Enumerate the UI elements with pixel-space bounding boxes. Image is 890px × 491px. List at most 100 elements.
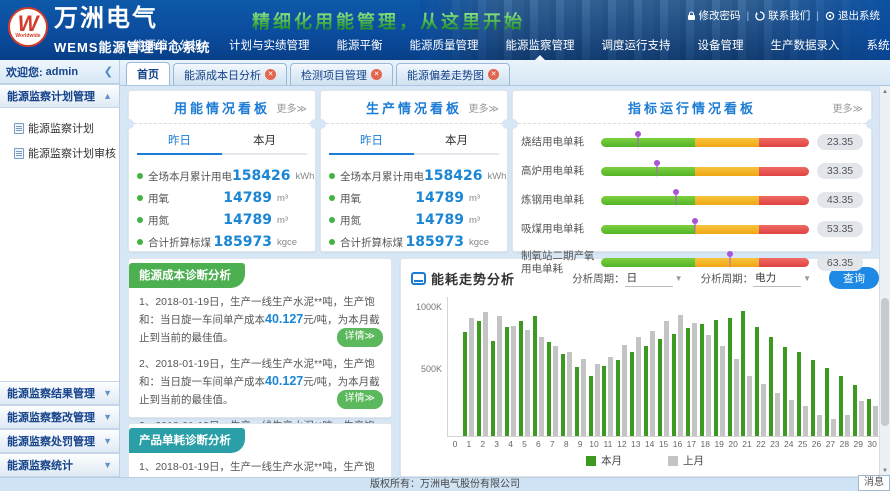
- bar-上月: [789, 400, 794, 436]
- bar-上月: [720, 346, 725, 436]
- bar-上月: [469, 318, 474, 436]
- chart-slot-2: 2: [476, 297, 490, 436]
- chart-slot-10: 10: [587, 297, 601, 436]
- bar-本月: [783, 347, 787, 436]
- x-tick-label: 6: [536, 439, 541, 449]
- chart-slot-22: 22: [754, 297, 768, 436]
- sidebar-collapse-icon[interactable]: ❮: [104, 65, 113, 78]
- indicator-row: 制氧站二期产氧用电单耗 63.35: [521, 250, 863, 275]
- bar-本月: [630, 352, 634, 436]
- nav-energy-quality[interactable]: 能源质量管理: [410, 37, 479, 55]
- tab-this-month[interactable]: 本月: [414, 132, 499, 155]
- monitor-icon: [411, 272, 426, 285]
- nav-system-admin[interactable]: 系统管理: [867, 37, 890, 55]
- close-icon[interactable]: ✕: [488, 69, 499, 80]
- indicator-row: 炼钢用电单耗 43.35: [521, 192, 863, 208]
- nav-energy-analysis[interactable]: 能源综合分析: [133, 37, 202, 55]
- nav-energy-supervision[interactable]: 能源监察管理: [506, 37, 575, 55]
- contact-us-link[interactable]: 联系我们: [755, 8, 810, 23]
- x-tick-label: 27: [826, 439, 835, 449]
- bar-上月: [747, 376, 752, 436]
- sidebar-group-rectify-mgmt[interactable]: 能源监察整改管理 ▼: [0, 405, 119, 429]
- chart-slot-4: 4: [504, 297, 518, 436]
- nav-plan-performance[interactable]: 计划与实绩管理: [229, 37, 310, 55]
- bar-上月: [873, 406, 878, 436]
- bar-本月: [853, 385, 857, 436]
- x-tick-label: 3: [494, 439, 499, 449]
- sidebar-group-penalty-mgmt[interactable]: 能源监察处罚管理 ▼: [0, 429, 119, 453]
- detail-button[interactable]: 详情≫: [337, 390, 383, 409]
- slogan-text: 精细化用能管理，从这里开始: [252, 8, 525, 34]
- panel-title: 产品单耗诊断分析: [129, 428, 245, 453]
- tab-detection-project[interactable]: 检测项目管理 ✕: [290, 63, 393, 85]
- indicator-row: 烧结用电单耗 23.35: [521, 134, 863, 150]
- more-link[interactable]: 更多≫: [277, 100, 307, 115]
- x-tick-label: 16: [673, 439, 682, 449]
- bar-上月: [803, 406, 808, 436]
- tab-yesterday[interactable]: 昨日: [137, 132, 222, 155]
- nav-dispatch-support[interactable]: 调度运行支持: [602, 37, 671, 55]
- logout-link[interactable]: 退出系统: [825, 8, 880, 23]
- tab-energy-cost-daily[interactable]: 能源成本日分析 ✕: [173, 63, 287, 85]
- sidebar-group-plan-mgmt[interactable]: 能源监察计划管理 ▲: [0, 84, 119, 108]
- chart-slot-6: 6: [531, 297, 545, 436]
- chart-slot-15: 15: [657, 297, 671, 436]
- scroll-up-icon[interactable]: ▲: [880, 86, 890, 98]
- bar-本月: [519, 321, 523, 436]
- x-tick-label: 13: [631, 439, 640, 449]
- chart-slot-16: 16: [671, 297, 685, 436]
- indicator-value: 23.35: [817, 134, 863, 150]
- bar-本月: [811, 360, 815, 436]
- tab-this-month[interactable]: 本月: [222, 132, 307, 155]
- chart-slot-27: 27: [823, 297, 837, 436]
- bar-本月: [839, 376, 843, 436]
- green-dot-icon: [329, 217, 335, 223]
- x-tick-label: 15: [659, 439, 668, 449]
- scrollbar-thumb[interactable]: [881, 298, 889, 426]
- change-password-link[interactable]: 修改密码: [687, 8, 741, 23]
- more-link[interactable]: 更多≫: [469, 100, 499, 115]
- chart-slot-12: 12: [615, 297, 629, 436]
- contact-icon: [755, 11, 765, 21]
- x-tick-label: 8: [564, 439, 569, 449]
- bar-本月: [602, 366, 606, 436]
- x-tick-label: 22: [756, 439, 765, 449]
- green-dot-icon: [329, 173, 335, 179]
- kv-row: 用氮 14789 m³: [137, 209, 307, 231]
- nav-equipment[interactable]: 设备管理: [698, 37, 744, 55]
- close-icon[interactable]: ✕: [265, 69, 276, 80]
- marker-pin-icon: [727, 251, 733, 257]
- sidebar-item-supervision-plan-audit[interactable]: 能源监察计划审核: [14, 145, 119, 161]
- legend-this-month: 本月: [586, 453, 622, 468]
- green-dot-icon: [329, 195, 335, 201]
- sidebar-item-supervision-plan[interactable]: 能源监察计划: [14, 120, 119, 136]
- vertical-scrollbar[interactable]: ▲ ▼: [879, 86, 890, 477]
- tab-yesterday[interactable]: 昨日: [329, 132, 414, 155]
- chart-slot-0: 0: [448, 297, 462, 436]
- bar-本月: [589, 376, 593, 436]
- message-button[interactable]: 消息: [858, 475, 890, 491]
- nav-production-entry[interactable]: 生产数据录入: [771, 37, 840, 55]
- sidebar-group-statistics[interactable]: 能源监察统计 ▼: [0, 453, 119, 477]
- indicator-status-board: 指标运行情况看板 更多≫ 烧结用电单耗 23.35 高炉用电单耗: [512, 90, 872, 252]
- tab-energy-deviation-trend[interactable]: 能源偏差走势图 ✕: [396, 63, 510, 85]
- close-icon[interactable]: ✕: [371, 69, 382, 80]
- chevron-down-icon: ▼: [103, 388, 112, 398]
- more-link[interactable]: 更多≫: [833, 100, 863, 115]
- kv-row: 合计折算标煤 185973 kgce: [137, 231, 307, 253]
- bar-上月: [567, 352, 572, 436]
- x-tick-label: 24: [784, 439, 793, 449]
- nav-energy-balance[interactable]: 能源平衡: [337, 37, 383, 55]
- marker-pin-icon: [692, 218, 698, 224]
- detail-button[interactable]: 详情≫: [337, 328, 383, 347]
- x-tick-label: 26: [812, 439, 821, 449]
- sidebar-group-result-mgmt[interactable]: 能源监察结果管理 ▼: [0, 381, 119, 405]
- chart-slot-13: 13: [629, 297, 643, 436]
- status-bar: [601, 225, 809, 234]
- tab-home[interactable]: 首页: [126, 62, 170, 85]
- status-bar: [601, 138, 809, 147]
- chart-slot-11: 11: [601, 297, 615, 436]
- x-tick-label: 12: [617, 439, 626, 449]
- bar-本月: [561, 354, 565, 436]
- bar-上月: [497, 316, 502, 436]
